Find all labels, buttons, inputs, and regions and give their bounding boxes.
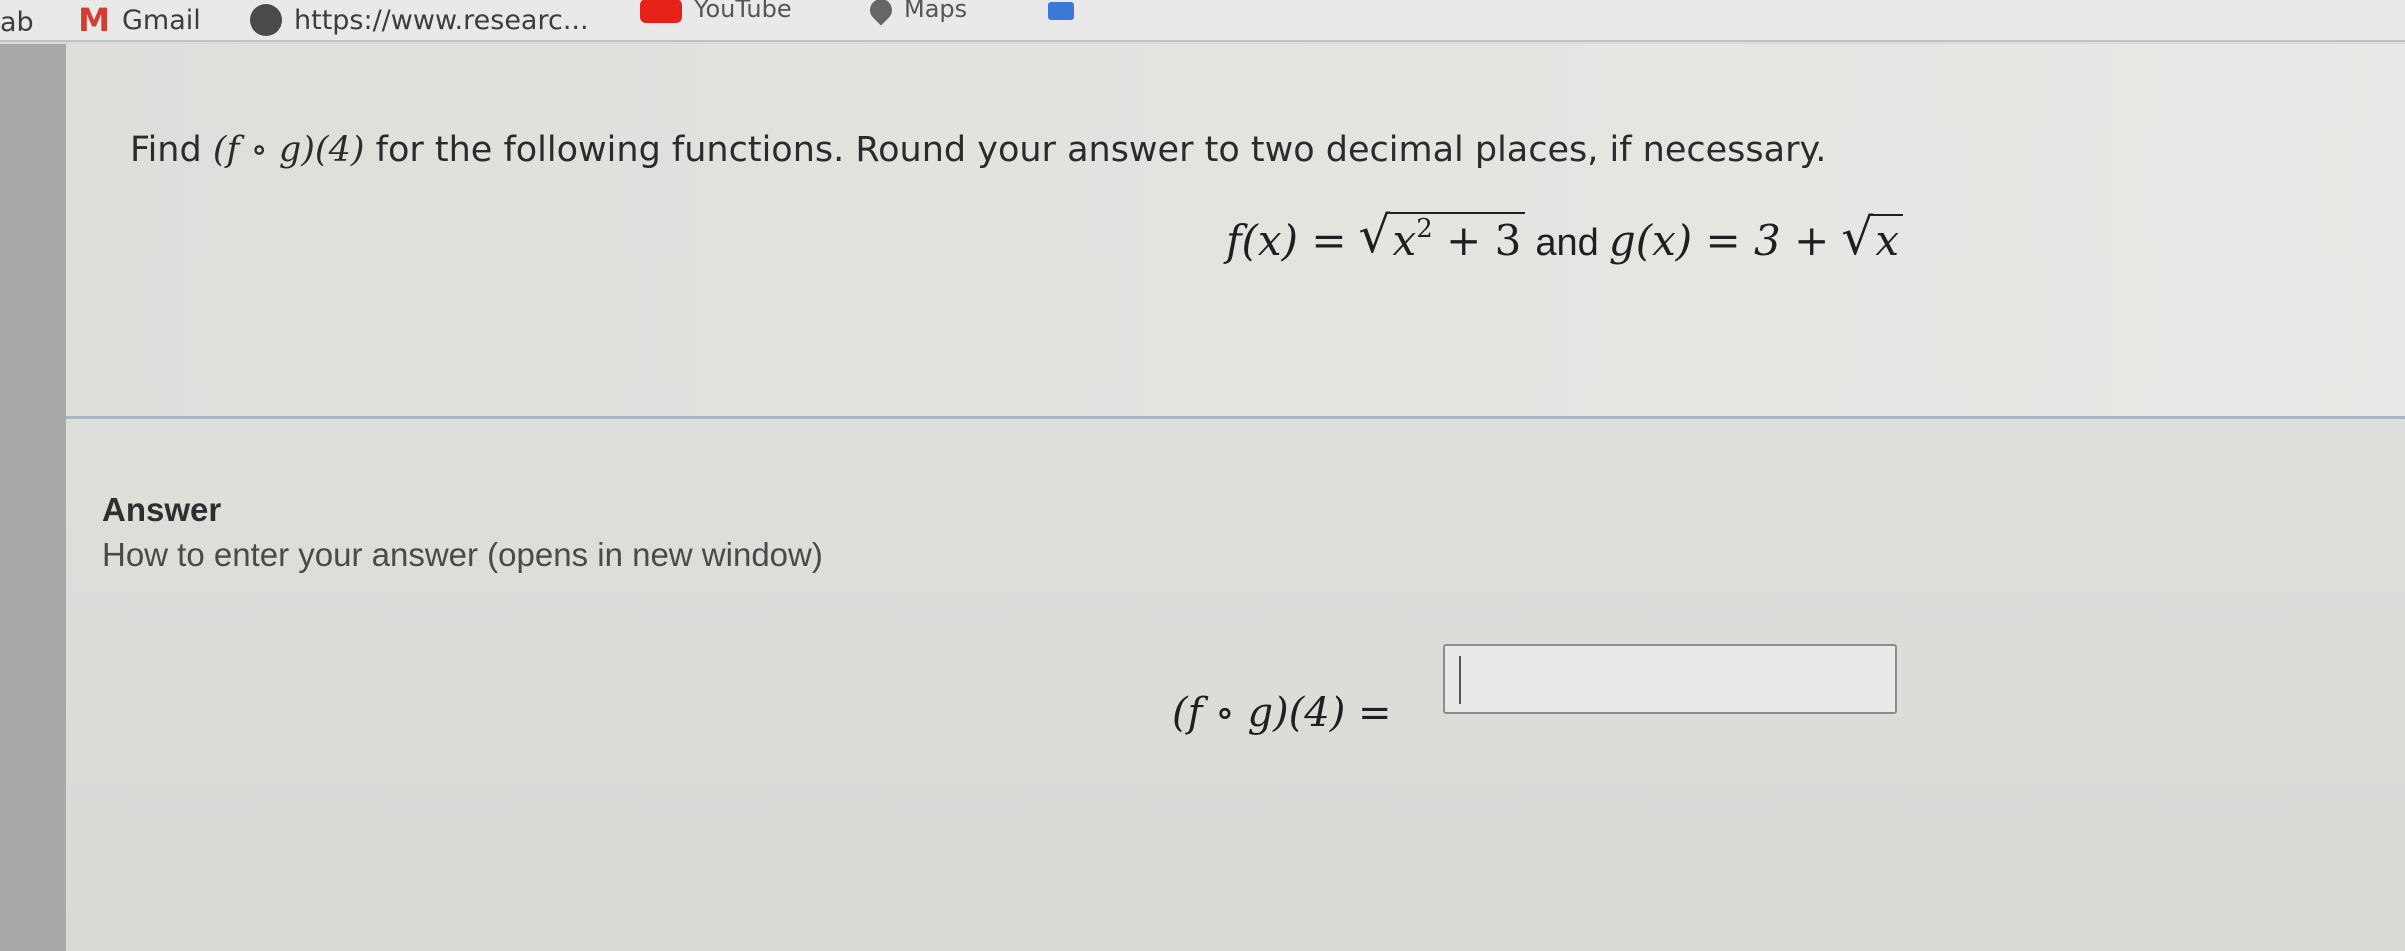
function-definitions: f(x) = √ x2 + 3 and g(x) = 3 + √ x [1226, 206, 1903, 266]
prompt-expression: (f ∘ g)(4) [212, 130, 365, 170]
g-radicand: x [1875, 216, 1899, 265]
bookmark-youtube[interactable]: YouTube [640, 0, 792, 40]
bookmark-maps[interactable]: Maps [865, 0, 968, 40]
text-cursor [1459, 656, 1461, 704]
maps-pin-icon [865, 0, 897, 26]
answer-expression: (f ∘ g)(4) = [1172, 690, 1392, 736]
bookmark-gmail[interactable]: M Gmail [78, 0, 201, 40]
bookmark-research[interactable]: https://www.researc... [250, 0, 589, 40]
bookmark-youtube-label: YouTube [694, 0, 792, 23]
sqrt-icon: √ [1358, 206, 1391, 264]
left-margin [0, 44, 66, 951]
answer-heading: Answer [102, 491, 222, 528]
bookmarks-bar: ab M Gmail https://www.researc... YouTub… [0, 0, 2405, 42]
prompt-rest: for the following functions. Round your … [364, 130, 1827, 170]
section-divider [66, 416, 2405, 419]
bookmark-maps-label: Maps [904, 0, 968, 23]
sqrt-icon: √ [1841, 208, 1874, 266]
question-prompt: Find (f ∘ g)(4) for the following functi… [130, 130, 1826, 170]
connector-and: and [1535, 222, 1599, 264]
how-to-enter-link[interactable]: How to enter your answer (opens in new w… [102, 536, 823, 574]
question-panel: Find (f ∘ g)(4) for the following functi… [66, 44, 2405, 951]
bookmark-blue[interactable] [1048, 0, 1074, 40]
g-definition-lhs: g(x) = 3 + [1608, 216, 1830, 265]
bookmark-research-label: https://www.researc... [294, 4, 589, 36]
f-tail: + 3 [1446, 216, 1522, 265]
bookmark-gmail-label: Gmail [122, 4, 201, 36]
bookmark-blue-icon [1048, 2, 1074, 20]
prompt-find: Find [130, 130, 213, 170]
g-sqrt: √ x [1841, 208, 1903, 266]
question-box: Find (f ∘ g)(4) for the following functi… [66, 44, 2405, 416]
f-exponent: 2 [1416, 214, 1433, 244]
bookmark-tab[interactable]: ab [0, 2, 34, 42]
globe-icon [250, 4, 282, 36]
f-radicand: x [1392, 216, 1417, 265]
f-definition-lhs: f(x) = [1226, 216, 1347, 265]
f-sqrt: √ x2 + 3 [1359, 206, 1526, 265]
gmail-icon: M [78, 1, 110, 39]
youtube-icon [640, 0, 682, 23]
answer-input[interactable] [1443, 644, 1897, 714]
bookmark-tab-label: ab [0, 6, 34, 38]
